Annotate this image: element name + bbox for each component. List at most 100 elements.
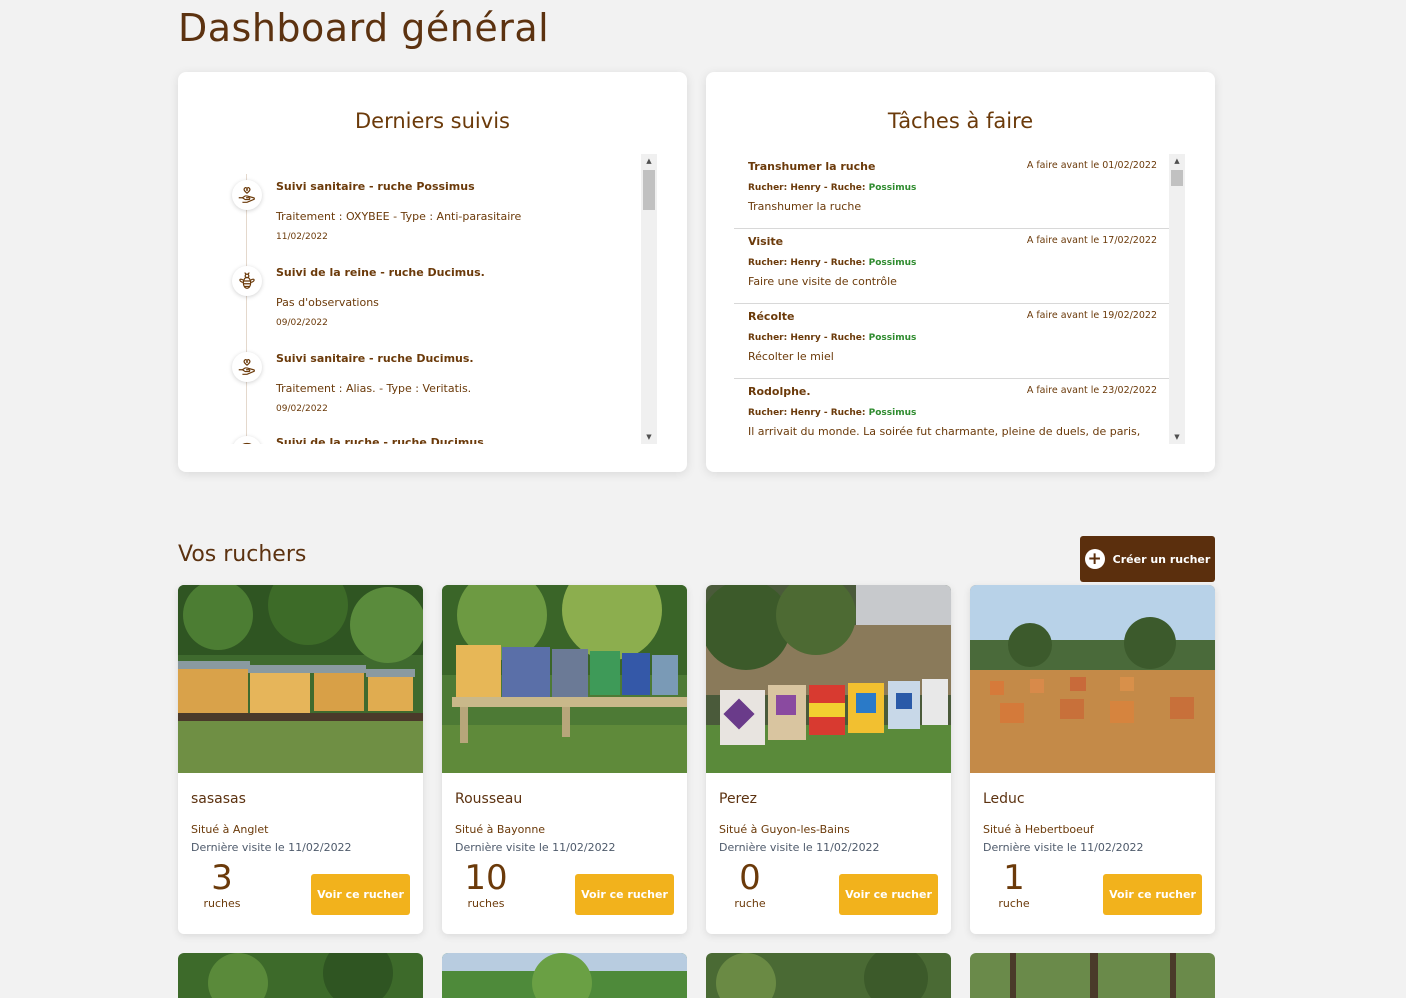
timeline-line	[246, 174, 247, 444]
task-hive-link[interactable]: Possimus	[869, 408, 917, 418]
hive-count: 3 ruches	[192, 859, 252, 910]
task-item[interactable]: Visite A faire avant le 17/02/2022 Ruche…	[734, 229, 1169, 304]
apiary-location: Situé à Guyon-les-Bains	[719, 823, 850, 836]
task-desc: Faire une visite de contrôle	[748, 275, 897, 288]
scroll-thumb[interactable]	[643, 170, 655, 210]
hive-count: 1 ruche	[984, 859, 1044, 910]
followup-title: Suivi sanitaire - ruche Possimus	[276, 180, 475, 193]
apiary-location: Situé à Hebertboeuf	[983, 823, 1094, 836]
task-desc: Il arrivait du monde. La soirée fut char…	[748, 425, 1141, 438]
apiary-photo[interactable]	[442, 585, 687, 773]
hive-count-unit: ruches	[203, 897, 241, 910]
plus-circle-icon: +	[1084, 549, 1105, 569]
scroll-up-arrow-icon[interactable]: ▲	[641, 154, 657, 168]
followup-date: 09/02/2022	[276, 404, 328, 414]
hive-count-number: 1	[1003, 858, 1025, 898]
followup-date: 09/02/2022	[276, 318, 328, 328]
page-title: Dashboard général	[178, 6, 550, 50]
apiary-photo[interactable]	[706, 953, 951, 998]
apiary-last-visit: Dernière visite le 11/02/2022	[719, 841, 880, 854]
apiary-photo[interactable]	[970, 953, 1215, 998]
view-apiary-button[interactable]: Voir ce rucher	[575, 874, 674, 915]
apiary-card: Leduc Situé à Hebertboeuf Dernière visit…	[970, 585, 1215, 934]
hand-heart-icon	[232, 180, 262, 210]
apiary-card: Perez Situé à Guyon-les-Bains Dernière v…	[706, 585, 951, 934]
task-meta: Rucher: Henry - Ruche: Possimus	[748, 333, 916, 343]
tasks-panel: Tâches à faire Transhumer la ruche A fai…	[706, 72, 1215, 472]
tasks-scrollbar[interactable]: ▲ ▼	[1169, 154, 1185, 444]
task-list: Transhumer la ruche A faire avant le 01/…	[734, 154, 1169, 444]
apiary-photo[interactable]	[706, 585, 951, 773]
apiary-photo[interactable]	[970, 585, 1215, 773]
followup-title: Suivi de la reine - ruche Ducimus.	[276, 266, 485, 279]
tasks-title: Tâches à faire	[887, 109, 1034, 133]
bee-icon	[232, 266, 262, 296]
apiary-name: Leduc	[983, 791, 1025, 807]
create-apiary-label: Créer un rucher	[1112, 552, 1211, 566]
task-meta: Rucher: Henry - Ruche: Possimus	[748, 183, 916, 193]
hive-count-number: 3	[211, 858, 233, 898]
task-name: Visite	[748, 235, 784, 248]
task-meta: Rucher: Henry - Ruche: Possimus	[748, 258, 916, 268]
task-due-date: A faire avant le 01/02/2022	[1026, 160, 1157, 171]
apiary-last-visit: Dernière visite le 11/02/2022	[983, 841, 1144, 854]
task-meta: Rucher: Henry - Ruche: Possimus	[748, 408, 916, 418]
followup-desc: Traitement : Alias. - Type : Veritatis.	[276, 382, 472, 395]
task-hive-link[interactable]: Possimus	[869, 333, 917, 343]
scroll-down-arrow-icon[interactable]: ▼	[1169, 430, 1185, 444]
hive-count-unit: ruches	[467, 897, 505, 910]
followup-desc: Pas d'observations	[276, 296, 379, 309]
scroll-thumb[interactable]	[1171, 170, 1183, 186]
apiary-photo[interactable]	[442, 953, 687, 998]
task-meta-label: Rucher: Henry - Ruche:	[748, 408, 866, 418]
followup-title: Suivi sanitaire - ruche Ducimus.	[276, 352, 474, 365]
task-item[interactable]: Transhumer la ruche A faire avant le 01/…	[734, 154, 1169, 229]
scroll-down-arrow-icon[interactable]: ▼	[641, 430, 657, 444]
task-name: Récolte	[748, 310, 795, 323]
hive-count-unit: ruche	[998, 897, 1030, 910]
recent-followups-panel: Derniers suivis Suivi sanitaire - ruche …	[178, 72, 687, 472]
apiary-name: sasasas	[191, 791, 246, 807]
task-desc: Transhumer la ruche	[748, 200, 862, 213]
followup-date: 11/02/2022	[276, 232, 328, 242]
apiary-name: Rousseau	[455, 791, 523, 807]
apiary-card: sasasas Situé à Anglet Dernière visite l…	[178, 585, 423, 934]
followups-scrollbar[interactable]: ▲ ▼	[641, 154, 657, 444]
task-item[interactable]: Rodolphe. A faire avant le 23/02/2022 Ru…	[734, 379, 1169, 444]
apiary-photo[interactable]	[178, 953, 423, 998]
apiary-location: Situé à Bayonne	[455, 823, 546, 836]
hive-count-number: 0	[739, 858, 761, 898]
hive-count: 0 ruche	[720, 859, 780, 910]
followup-list: Suivi sanitaire - ruche Possimus Traitem…	[228, 154, 636, 444]
apiaries-title: Vos ruchers	[178, 542, 307, 567]
task-hive-link[interactable]: Possimus	[869, 183, 917, 193]
task-name: Transhumer la ruche	[748, 160, 876, 173]
apiary-last-visit: Dernière visite le 11/02/2022	[191, 841, 352, 854]
create-apiary-button[interactable]: + Créer un rucher	[1080, 536, 1215, 582]
task-meta-label: Rucher: Henry - Ruche:	[748, 258, 866, 268]
task-name: Rodolphe.	[748, 385, 811, 398]
view-apiary-button[interactable]: Voir ce rucher	[839, 874, 938, 915]
task-due-date: A faire avant le 19/02/2022	[1026, 310, 1157, 321]
scroll-up-arrow-icon[interactable]: ▲	[1169, 154, 1185, 168]
hive-count-unit: ruche	[734, 897, 766, 910]
followup-title: Suivi de la ruche - ruche Ducimus.	[276, 436, 488, 444]
hive-icon	[232, 436, 262, 444]
apiary-last-visit: Dernière visite le 11/02/2022	[455, 841, 616, 854]
apiary-photo[interactable]	[178, 585, 423, 773]
apiary-name: Perez	[719, 791, 757, 807]
task-due-date: A faire avant le 17/02/2022	[1026, 235, 1157, 246]
task-meta-label: Rucher: Henry - Ruche:	[748, 333, 866, 343]
task-item[interactable]: Récolte A faire avant le 19/02/2022 Ruch…	[734, 304, 1169, 379]
recent-followups-title: Derniers suivis	[355, 109, 510, 133]
task-due-date: A faire avant le 23/02/2022	[1026, 385, 1157, 396]
task-desc: Récolter le miel	[748, 350, 834, 363]
view-apiary-button[interactable]: Voir ce rucher	[311, 874, 410, 915]
view-apiary-button[interactable]: Voir ce rucher	[1103, 874, 1202, 915]
apiary-location: Situé à Anglet	[191, 823, 269, 836]
hive-count-number: 10	[464, 858, 508, 898]
task-hive-link[interactable]: Possimus	[869, 258, 917, 268]
apiary-card: Rousseau Situé à Bayonne Dernière visite…	[442, 585, 687, 934]
hive-count: 10 ruches	[456, 859, 516, 910]
hand-heart-icon	[232, 352, 262, 382]
